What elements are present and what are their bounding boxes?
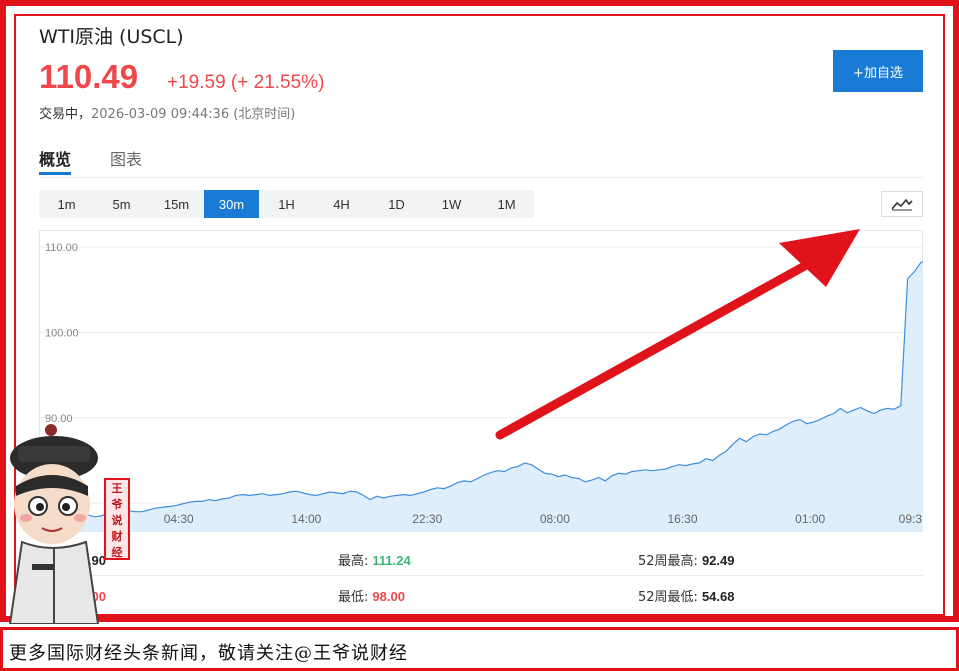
y-tick-label: 110.00 xyxy=(45,242,78,254)
stamp-char: 说 xyxy=(111,514,123,527)
timeframe-selector: 1m 5m 15m 30m 1H 4H 1D 1W 1M xyxy=(39,190,534,218)
timeframe-30m[interactable]: 30m xyxy=(204,190,259,218)
stat-label: 最高: xyxy=(338,554,369,569)
stat-item: 52周最低: 54.68 xyxy=(638,586,734,605)
x-tick-label: 22:30 xyxy=(412,512,442,526)
y-tick-label: 100.00 xyxy=(45,327,79,339)
instrument-title: WTI原油 (USCL) xyxy=(39,26,184,48)
footer-banner: 更多国际财经头条新闻，敬请关注@王爷说财经 xyxy=(0,627,959,671)
tab-divider xyxy=(39,177,923,178)
timeframe-1h[interactable]: 1H xyxy=(259,190,314,218)
stamp-char: 经 xyxy=(111,546,123,559)
tab-overview[interactable]: 概览 xyxy=(39,146,71,170)
stats-row: 昨收:90.90最高:111.2452周最高:92.49 xyxy=(39,540,923,576)
stat-value: 54.68 xyxy=(701,589,735,604)
status-timestamp: 2026-03-09 09:44:36 (北京时间) xyxy=(91,107,296,122)
trading-status: 交易中，2026-03-09 09:44:36 (北京时间) xyxy=(39,103,295,122)
chart-type-button[interactable] xyxy=(881,191,923,217)
stat-item: 最高: 111.24 xyxy=(338,550,411,569)
stat-label: 52周最高: xyxy=(638,554,698,569)
stat-label: 最低: xyxy=(338,590,369,605)
stamp-char: 王 xyxy=(111,482,123,495)
timeframe-1d[interactable]: 1D xyxy=(369,190,424,218)
last-price: 110.49 xyxy=(39,58,139,95)
active-tab-indicator xyxy=(39,172,71,175)
footer-text: 更多国际财经头条新闻，敬请关注@王爷说财经 xyxy=(9,643,408,664)
stamp-char: 财 xyxy=(111,530,123,543)
line-chart-icon xyxy=(891,198,913,211)
stat-item: 最低: 98.00 xyxy=(338,586,405,605)
timeframe-15m[interactable]: 15m xyxy=(149,190,204,218)
stat-value: 92.49 xyxy=(701,553,735,568)
stat-item: 52周最高: 92.49 xyxy=(638,550,734,569)
x-tick-label: 01:00 xyxy=(795,512,825,526)
tab-chart[interactable]: 图表 xyxy=(110,146,142,170)
x-tick-label: 16:30 xyxy=(668,512,698,526)
x-tick-label: 14:00 xyxy=(291,512,321,526)
stat-label: 52周最低: xyxy=(638,590,698,605)
status-label: 交易中， xyxy=(39,107,92,122)
stamp-char: 爷 xyxy=(111,498,123,511)
x-tick-label: 04:30 xyxy=(164,512,194,526)
x-tick-label: 09:3 xyxy=(899,512,923,526)
brand-stamp: 王爷说财经 xyxy=(104,478,130,560)
price-change: +19.59 (+ 21.55%) xyxy=(167,72,325,93)
y-tick-label: 90.00 xyxy=(45,413,73,425)
timeframe-1m[interactable]: 1M xyxy=(479,190,534,218)
add-watchlist-button[interactable]: +加自选 xyxy=(833,50,923,92)
timeframe-5m[interactable]: 5m xyxy=(94,190,149,218)
stat-value: 98.00 xyxy=(372,589,405,604)
timeframe-1w[interactable]: 1W xyxy=(424,190,479,218)
timeframe-4h[interactable]: 4H xyxy=(314,190,369,218)
x-tick-label: 08:00 xyxy=(540,512,570,526)
stat-value: 111.24 xyxy=(372,553,411,568)
timeframe-1m[interactable]: 1m xyxy=(39,190,94,218)
stats-row: 今开:98.00最低:98.0052周最低:54.68 xyxy=(39,576,923,612)
annotation-arrow xyxy=(495,229,860,440)
